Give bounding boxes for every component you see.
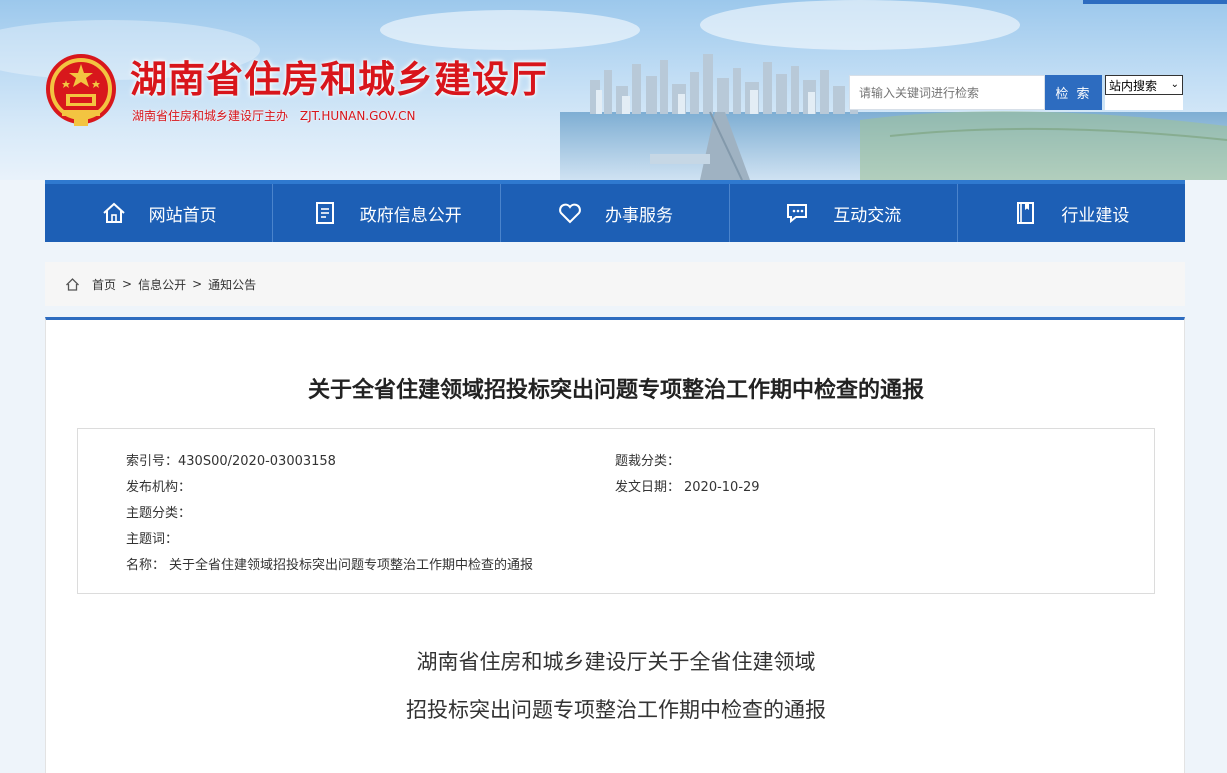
chevron-down-icon: ⌄ bbox=[1170, 79, 1179, 90]
breadcrumb: 首页 > 信息公开 > 通知公告 bbox=[45, 262, 1185, 306]
meta-index-label: 索引号： bbox=[126, 454, 179, 469]
meta-date-value: 2020-10-29 bbox=[684, 480, 760, 495]
chat-icon bbox=[787, 204, 808, 224]
meta-topic: 主题分类： bbox=[126, 502, 191, 521]
body-heading-line-1: 湖南省住房和城乡建设厅关于全省住建领域 bbox=[416, 650, 816, 674]
meta-keywords: 主题词： bbox=[126, 528, 178, 547]
search-box bbox=[849, 75, 1045, 110]
meta-date: 发文日期： 2020-10-29 bbox=[615, 476, 760, 495]
site-title[interactable]: 湖南省住房和城乡建设厅 bbox=[130, 58, 548, 102]
site-organizer: 湖南省住房和城乡建设厅主办 bbox=[132, 109, 289, 123]
search-scope-spacer bbox=[1105, 95, 1183, 110]
top-accent-strip bbox=[1083, 0, 1227, 4]
nav-item-label: 行业建设 bbox=[1061, 205, 1130, 226]
nav-item-label: 互动交流 bbox=[833, 205, 902, 226]
meta-name-label: 名称： bbox=[126, 558, 166, 573]
city-skyline-illustration bbox=[560, 54, 1227, 180]
nav-item-industry[interactable]: 行业建设 bbox=[958, 184, 1185, 242]
meta-index: 索引号：430S00/2020-03003158 bbox=[126, 450, 336, 469]
nav-item-services[interactable]: 办事服务 bbox=[501, 184, 730, 242]
nav-item-home[interactable]: 网站首页 bbox=[45, 184, 274, 242]
meta-topic-label: 主题分类： bbox=[126, 506, 192, 521]
search-button[interactable]: 检 索 bbox=[1045, 75, 1102, 110]
nav-item-label: 网站首页 bbox=[148, 205, 217, 226]
meta-name-value: 关于全省住建领域招投标突出问题专项整治工作期中检查的通报 bbox=[169, 558, 534, 573]
national-emblem-logo bbox=[46, 54, 116, 126]
main-nav: 网站首页 政府信息公开 办事服务 互动交流 行业建设 bbox=[45, 180, 1185, 242]
nav-item-interaction[interactable]: 互动交流 bbox=[730, 184, 958, 242]
article-title: 关于全省住建领域招投标突出问题专项整治工作期中检查的通报 bbox=[307, 378, 924, 403]
site-domain: ZJT.HUNAN.GOV.CN bbox=[299, 109, 416, 123]
search-scope-value: 站内搜索 bbox=[1109, 78, 1158, 93]
home-icon bbox=[102, 202, 125, 223]
breadcrumb-separator: > bbox=[122, 277, 133, 291]
meta-index-value: 430S00/2020-03003158 bbox=[178, 454, 336, 469]
search-input[interactable] bbox=[850, 76, 1044, 109]
article-panel: 关于全省住建领域招投标突出问题专项整治工作期中检查的通报 索引号：430S00/… bbox=[45, 317, 1185, 773]
body-heading-line-2: 招投标突出问题专项整治工作期中检查的通报 bbox=[406, 698, 826, 722]
meta-name: 名称： 关于全省住建领域招投标突出问题专项整治工作期中检查的通报 bbox=[126, 554, 533, 573]
meta-publisher: 发布机构： bbox=[126, 476, 191, 495]
book-icon bbox=[1017, 202, 1035, 224]
heart-icon bbox=[559, 203, 581, 224]
document-icon bbox=[315, 202, 334, 224]
search-scope-select[interactable]: 站内搜索 ⌄ bbox=[1105, 75, 1183, 95]
nav-item-gov-info[interactable]: 政府信息公开 bbox=[273, 184, 502, 242]
meta-publisher-label: 发布机构： bbox=[126, 480, 192, 495]
meta-category-label: 题裁分类： bbox=[615, 454, 681, 469]
meta-category: 题裁分类： bbox=[615, 450, 680, 469]
breadcrumb-item-info[interactable]: 信息公开 bbox=[138, 276, 186, 293]
site-subtitle: 湖南省住房和城乡建设厅主办 ZJT.HUNAN.GOV.CN bbox=[132, 108, 415, 124]
article-meta-box: 索引号：430S00/2020-03003158 题裁分类： 发布机构： 发文日… bbox=[77, 428, 1155, 594]
breadcrumb-separator: > bbox=[192, 277, 203, 291]
meta-date-label: 发文日期： bbox=[615, 480, 681, 495]
meta-keywords-label: 主题词： bbox=[126, 532, 179, 547]
nav-item-label: 办事服务 bbox=[605, 205, 673, 226]
breadcrumb-item-notice[interactable]: 通知公告 bbox=[208, 276, 256, 293]
nav-item-label: 政府信息公开 bbox=[359, 205, 462, 226]
breadcrumb-item-home[interactable]: 首页 bbox=[92, 276, 116, 293]
home-icon bbox=[66, 277, 79, 291]
header-banner: 湖南省住房和城乡建设厅 湖南省住房和城乡建设厅主办 ZJT.HUNAN.GOV.… bbox=[0, 0, 1227, 180]
